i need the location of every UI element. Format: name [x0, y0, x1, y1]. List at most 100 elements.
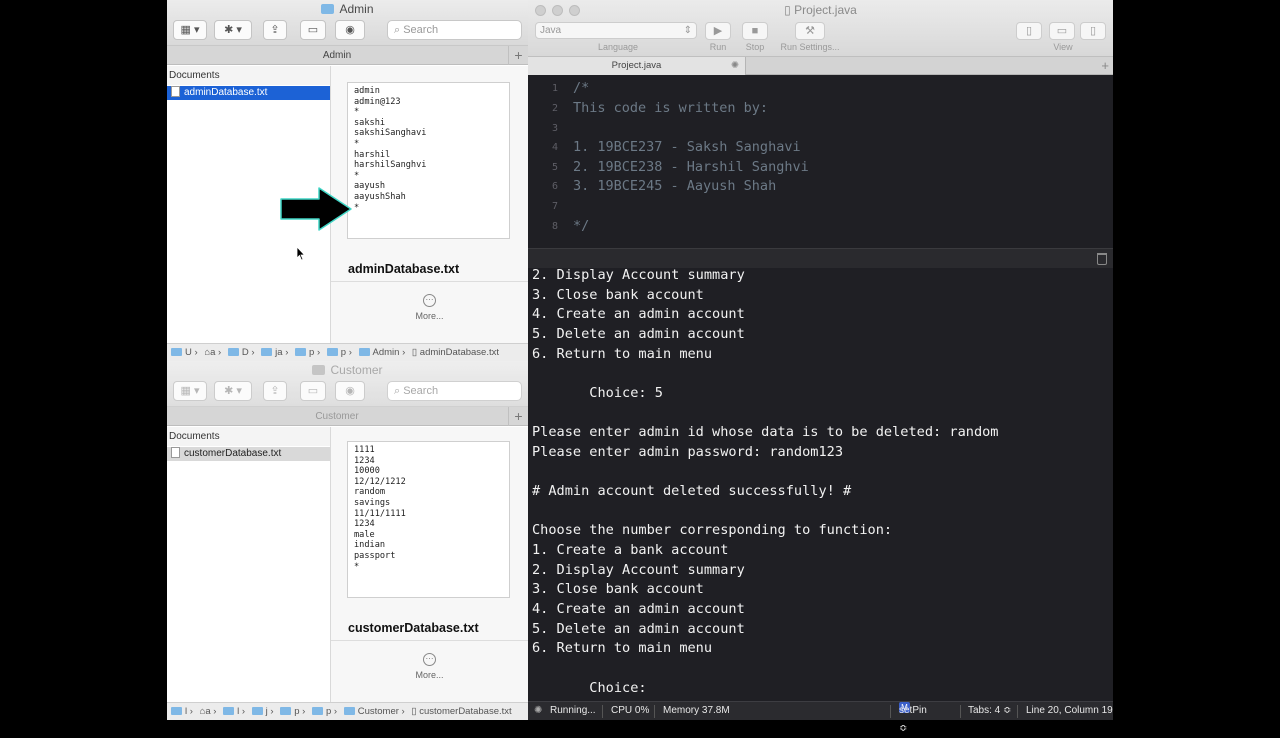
path-segment[interactable]: ▯ customerDatabase.txt — [411, 703, 511, 720]
more-button[interactable]: ··· More... — [331, 653, 528, 680]
path-segment[interactable]: ⌂a › — [204, 344, 221, 361]
path-segment[interactable]: p › — [326, 344, 352, 361]
console-line: Choose the number corresponding to funct… — [532, 522, 893, 539]
action-gear-button[interactable]: ✱ ▾ — [214, 20, 252, 40]
path-segment[interactable]: ▯ adminDatabase.txt — [412, 344, 499, 361]
path-text: a — [205, 706, 211, 717]
console-line: 1. Create a bank account — [532, 542, 729, 559]
path-segment[interactable]: D › — [227, 344, 255, 361]
customer-window-title: Customer — [167, 363, 528, 377]
folder-icon — [280, 707, 292, 715]
console-line: Choice: 5 — [532, 384, 663, 401]
tab-project-java[interactable]: Project.java — [528, 57, 746, 75]
share-button[interactable]: ⇪ — [263, 20, 287, 40]
stop-icon: ■ — [751, 25, 759, 37]
run-button[interactable]: ▶ — [705, 22, 731, 40]
divider — [602, 705, 603, 718]
console-line: Please enter admin password: random123 — [532, 443, 843, 460]
view-right-panel-button[interactable]: ▯ — [1080, 22, 1106, 40]
path-segment[interactable]: Customer › — [343, 703, 405, 720]
editor-tab-bar: Project.java ✺ + — [528, 57, 1113, 75]
path-text: Customer — [357, 706, 399, 717]
folder-icon — [321, 4, 335, 14]
search-placeholder: Search — [403, 385, 439, 397]
editor-window-title: ▯ Project.java — [528, 3, 1113, 17]
path-segment[interactable]: l › — [223, 703, 245, 720]
divider — [1017, 705, 1018, 718]
status-bar: ✺ Running... CPU 0% Memory 37.8M MsetPin… — [528, 701, 1113, 734]
folder-icon — [358, 348, 370, 356]
console-line: Please enter admin id whose data is to b… — [532, 424, 999, 441]
admin-title-text: Admin — [339, 2, 374, 16]
more-button[interactable]: ··· More... — [331, 294, 528, 321]
admin-path-bar: U › ⌂a › D › ja › p › p › Admin › ▯ admi… — [167, 343, 528, 361]
view-bottom-panel-button[interactable]: ▭ — [1049, 22, 1075, 40]
tab-label: Project.java — [611, 60, 662, 71]
play-icon: ▶ — [713, 25, 723, 37]
quick-look-button[interactable]: ◉ — [335, 381, 365, 401]
action-gear-button[interactable]: ✱ ▾ — [214, 381, 252, 401]
stop-button[interactable]: ■ — [742, 22, 768, 40]
path-segment[interactable]: ja › — [261, 344, 288, 361]
tags-button[interactable]: ▭ — [300, 381, 326, 401]
folder-icon — [326, 348, 338, 356]
path-text: D — [241, 347, 249, 358]
new-tab-button[interactable]: + — [508, 407, 528, 426]
view-left-panel-button[interactable]: ▯ — [1016, 22, 1042, 40]
path-segment[interactable]: p › — [295, 344, 320, 361]
line-number: 7 — [551, 201, 558, 212]
console-line: 2. Display Account summary — [532, 561, 745, 578]
line-number: 5 — [551, 162, 558, 173]
tab-admin[interactable]: Admin — [167, 46, 507, 65]
search-input[interactable]: ⌕ Search — [387, 20, 522, 40]
tab-customer[interactable]: Customer — [167, 407, 507, 426]
console-line: 5. Delete an admin account — [532, 325, 745, 342]
line-number: 4 — [551, 142, 558, 153]
tags-button[interactable]: ▭ — [300, 20, 326, 40]
view-mode-button[interactable]: ▦ ▾ — [173, 20, 207, 40]
code-editor[interactable]: 1 /* 2 This code is written by: 3 4 1. 1… — [528, 75, 1113, 248]
path-segment[interactable]: l › — [171, 703, 193, 720]
more-label: More... — [415, 670, 444, 680]
divider — [654, 705, 655, 718]
view-mode-button[interactable]: ▦ ▾ — [173, 381, 207, 401]
admin-window-title: Admin — [167, 2, 528, 16]
path-segment[interactable]: Admin › — [358, 344, 405, 361]
add-tab-button[interactable]: + — [1101, 57, 1109, 75]
search-icon: ⌕ — [394, 24, 404, 36]
language-select[interactable]: Java ⇕ — [535, 22, 697, 39]
path-segment[interactable]: p › — [311, 703, 337, 720]
path-text: ja — [275, 347, 283, 358]
divider — [331, 281, 528, 282]
file-item-admin-database[interactable]: adminDatabase.txt — [167, 86, 330, 100]
trash-icon[interactable] — [1097, 253, 1107, 265]
quick-look-button[interactable]: ◉ — [335, 20, 365, 40]
line-number: 8 — [551, 221, 558, 232]
share-button[interactable]: ⇪ — [263, 381, 287, 401]
wrench-icon: ⚒ — [805, 25, 815, 37]
sidebar-heading: Documents — [167, 66, 330, 85]
run-settings-button[interactable]: ⚒ — [795, 22, 825, 40]
console-line: Choice: — [532, 679, 647, 696]
console-output[interactable]: 2. Display Account summary 3. Close bank … — [528, 268, 1113, 700]
path-segment[interactable]: j › — [251, 703, 274, 720]
path-segment[interactable]: p › — [280, 703, 305, 720]
console-header — [528, 248, 1113, 268]
running-spinner-icon: ✺ — [534, 705, 543, 716]
code-line: This code is written by: — [573, 100, 769, 116]
console-line: 3. Close bank account — [532, 581, 704, 598]
path-segment[interactable]: ⌂a › — [200, 703, 217, 720]
search-input[interactable]: ⌕ Search — [387, 381, 522, 401]
admin-tab-bar: Admin + — [167, 46, 528, 65]
chevron-updown-icon: ⇕ — [683, 25, 692, 36]
file-name: customerDatabase.txt — [184, 448, 282, 459]
new-tab-button[interactable]: + — [508, 46, 528, 65]
tabs-selector[interactable]: Tabs: 4 ≎ — [968, 702, 1011, 720]
divider — [960, 705, 961, 718]
path-text: customerDatabase.txt — [419, 706, 512, 717]
path-text: a — [210, 347, 216, 358]
divider — [331, 640, 528, 641]
file-item-customer-database[interactable]: customerDatabase.txt — [167, 447, 330, 461]
editor-toolbar: ▯ Project.java Java ⇕ Language ▶ Run ■ St… — [528, 0, 1113, 57]
path-segment[interactable]: U › — [171, 344, 198, 361]
